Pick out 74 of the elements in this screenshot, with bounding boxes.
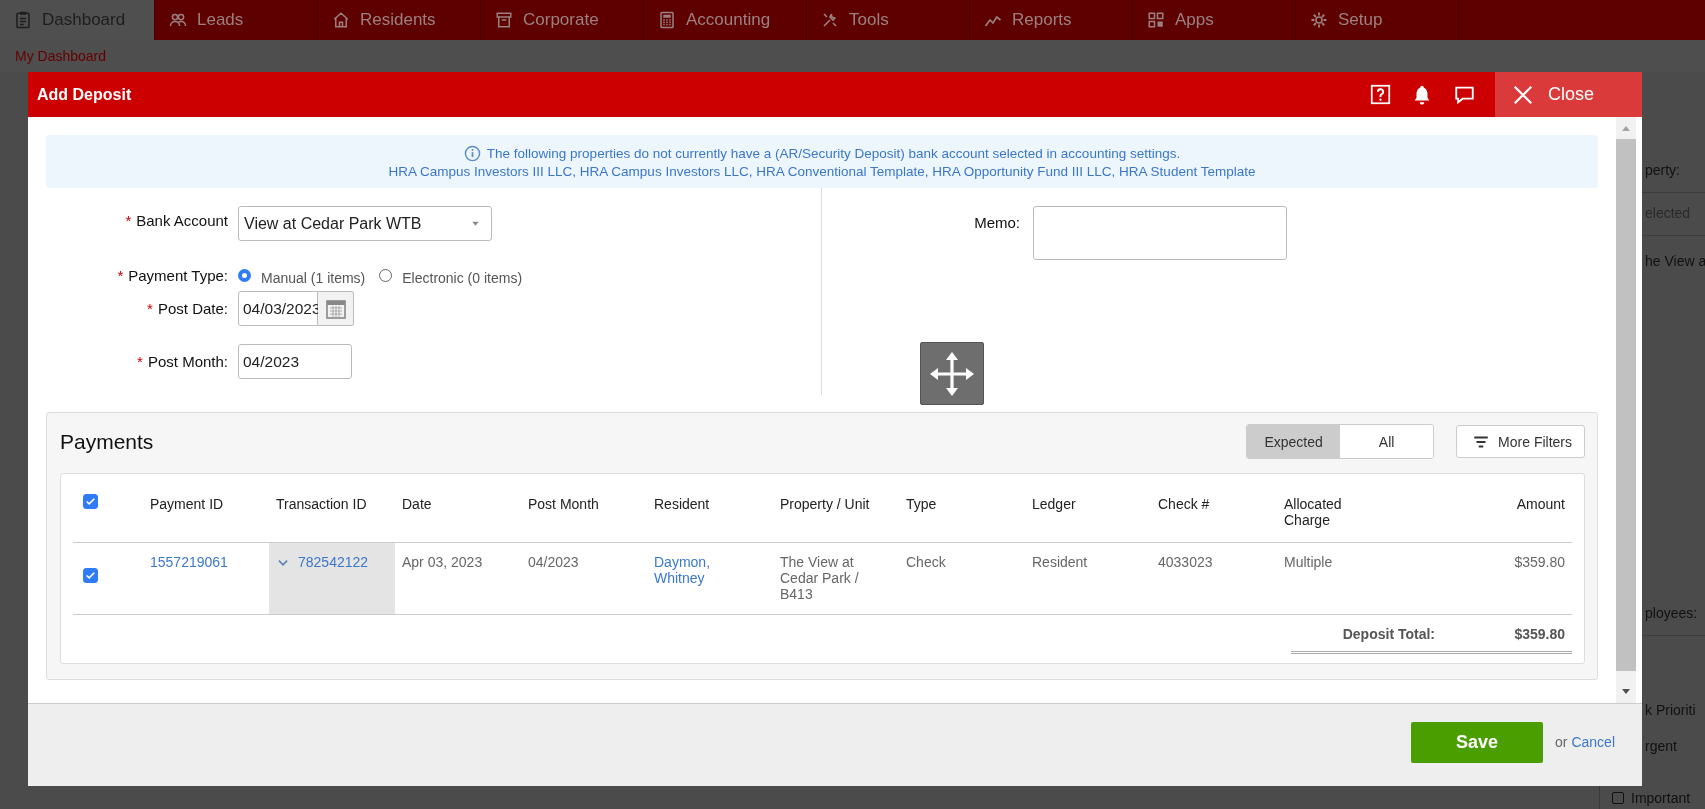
checkbox[interactable] (83, 568, 98, 583)
clipboard-icon (14, 11, 32, 29)
table-cell: $359.80 (1514, 554, 1565, 570)
info-text: HRA Campus Investors III LLC, HRA Campus Investors LLC, HRA Conventional Template, HRA Opportunity Fund III LLC, HRA Student Template (388, 163, 1256, 179)
toggle-button[interactable]: Expected (1247, 425, 1341, 458)
dialog-title: Add Deposit (36, 85, 133, 104)
help-icon (1370, 84, 1391, 105)
table-cell: Apr 03, 2023 (402, 554, 483, 570)
field-label: Post Date: (157, 300, 228, 317)
column-header: Check # (1158, 496, 1210, 512)
column-header: Ledger (1032, 496, 1076, 512)
background-text: perty: (1644, 162, 1681, 178)
field-label: Payment Type: (128, 267, 228, 284)
or-text: or (1555, 734, 1568, 750)
move-handle[interactable] (920, 342, 984, 405)
grid-icon (1147, 11, 1165, 29)
column-header: Type (906, 496, 937, 512)
table-cell: The View at Cedar Park / B413 (780, 554, 860, 602)
radio-label: Electronic (0 items) (402, 270, 523, 286)
table-cell: Resident (1032, 554, 1088, 570)
checkbox[interactable] (1612, 792, 1624, 804)
memo-field[interactable] (1033, 206, 1287, 260)
radio-label: Manual (1 items) (261, 270, 366, 286)
required-mark: * (117, 267, 124, 284)
cancel-link[interactable]: Cancel (1571, 734, 1615, 750)
toggle-button[interactable]: All (1340, 425, 1434, 458)
field-label: Bank Account (136, 212, 228, 229)
month-field[interactable]: 04/2023 (238, 344, 352, 379)
total-label: Deposit Total: (1341, 625, 1435, 644)
check-icon (84, 569, 97, 582)
required-mark: * (137, 353, 143, 370)
calendar-button[interactable] (318, 291, 354, 326)
radio-button[interactable] (238, 269, 251, 282)
total-amount: $359.80 (1513, 625, 1566, 644)
checkbox-label: Important (1631, 790, 1691, 806)
house-icon (332, 11, 350, 29)
people-icon (169, 11, 187, 29)
close-icon (1512, 83, 1534, 106)
field-label: Memo: (974, 214, 1020, 231)
section-title: Payments (60, 429, 155, 454)
column-header: Allocated Charge (1284, 496, 1343, 528)
close-button[interactable]: Close (1495, 72, 1642, 117)
info-text: The following properties do not currently have a (AR/Security Deposit) bank account selected in accounting settings. (486, 145, 1181, 161)
table-cell: Check (906, 554, 946, 570)
more-filters-button[interactable]: More Filters (1456, 425, 1585, 458)
required-mark: * (125, 212, 132, 229)
table-cell: 4033023 (1158, 554, 1213, 570)
table-link[interactable]: 1557219061 (150, 554, 228, 570)
column-header: Payment ID (150, 496, 224, 512)
column-header: Transaction ID (276, 496, 367, 512)
bank-account-select[interactable]: View at Cedar Park WTB (238, 206, 492, 241)
required-mark: * (147, 300, 153, 317)
column-header: Date (402, 496, 432, 512)
date-field[interactable]: 04/03/2023 (238, 291, 318, 326)
wrench-icon (821, 11, 839, 29)
column-header: Property / Unit (780, 496, 870, 512)
check-icon (84, 495, 97, 508)
column-header: Post Month (528, 496, 599, 512)
background-text: k Prioriti (1644, 702, 1697, 718)
calculator-icon (658, 11, 676, 29)
field-label: Post Month: (147, 353, 228, 370)
gear-icon (1310, 11, 1328, 29)
transaction-link[interactable]: 782542122 (298, 554, 369, 570)
column-header: Amount (1516, 496, 1565, 512)
info-icon (463, 144, 481, 162)
table-cell: 04/2023 (528, 554, 579, 570)
radio-button[interactable] (379, 269, 393, 282)
checkbox[interactable] (83, 494, 98, 509)
background-text: ployees: (1644, 605, 1699, 621)
table-link[interactable]: Daymon, Whitney (654, 554, 714, 586)
table-cell: Multiple (1284, 554, 1333, 570)
archive-box-icon (495, 11, 513, 29)
column-header: Resident (654, 496, 710, 512)
save-button[interactable]: Save (1411, 722, 1544, 763)
